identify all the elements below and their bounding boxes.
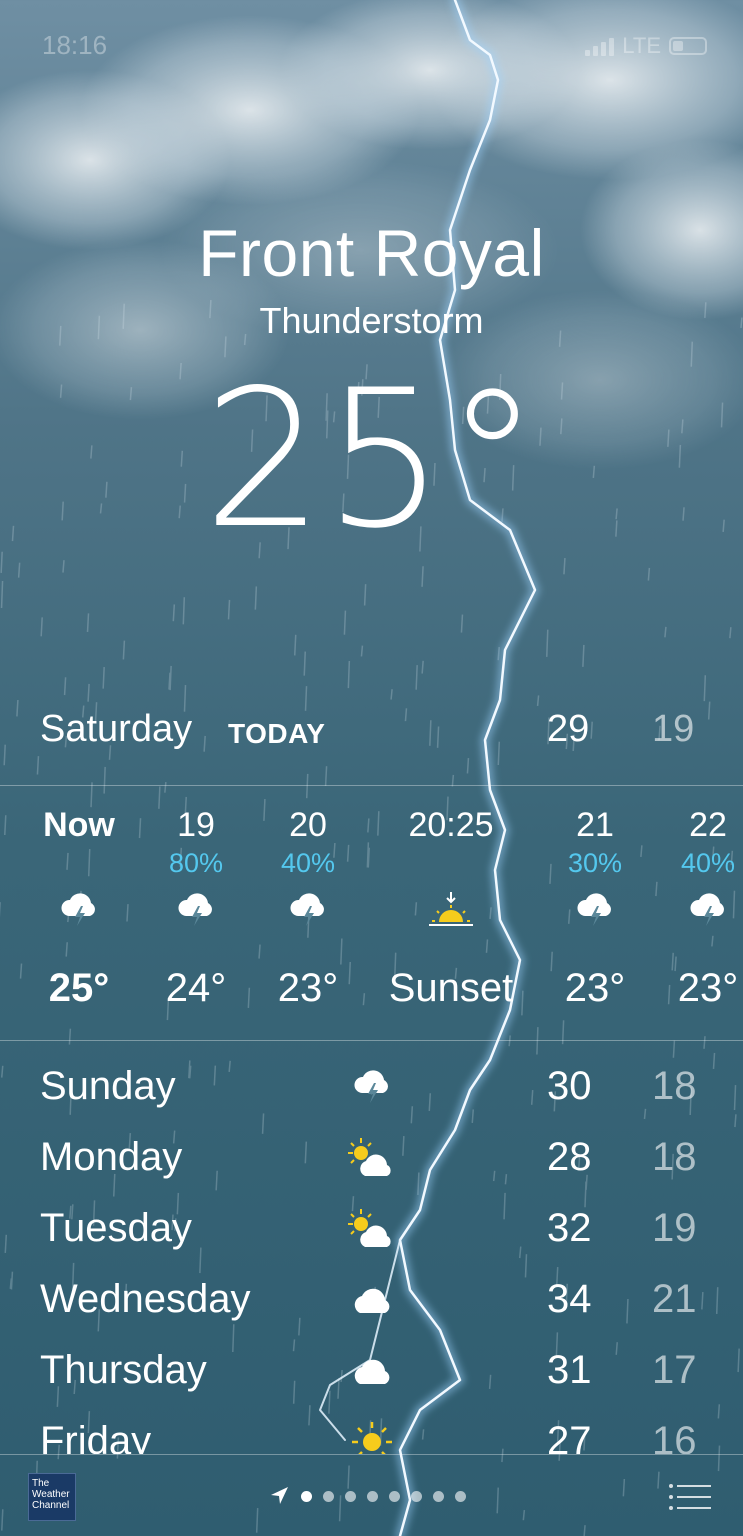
daily-row: Sunday 30 18 bbox=[0, 1058, 743, 1129]
day-low: 18 bbox=[652, 1064, 697, 1108]
sun-icon bbox=[342, 1417, 402, 1454]
day-low: 16 bbox=[652, 1419, 697, 1454]
current-temperature: 25° bbox=[203, 349, 540, 570]
hourly-temp: 23° bbox=[677, 966, 739, 1010]
page-dot[interactable] bbox=[433, 1490, 444, 1502]
today-low: 19 bbox=[652, 708, 695, 750]
day-high: 30 bbox=[547, 1064, 592, 1108]
battery-icon bbox=[669, 37, 707, 55]
daily-row: Thursday 31 17 bbox=[0, 1342, 743, 1413]
hourly-temp: Sunset bbox=[388, 966, 514, 1010]
thunderstorm-icon bbox=[535, 890, 655, 934]
precip-chance: 40% bbox=[680, 848, 736, 878]
page-dot[interactable] bbox=[455, 1490, 466, 1502]
hourly-temp: 23° bbox=[277, 966, 339, 1010]
day-high: 27 bbox=[547, 1419, 592, 1454]
daily-forecast[interactable]: Sunday 30 18 Monday 28 18 Tuesday 32 19 … bbox=[0, 1058, 743, 1454]
page-dot[interactable] bbox=[345, 1490, 356, 1502]
weather-condition: Thunderstorm bbox=[259, 300, 484, 341]
page-dot[interactable] bbox=[389, 1490, 400, 1502]
thunderstorm-icon bbox=[19, 890, 139, 934]
day-name: Friday bbox=[40, 1419, 152, 1454]
day-low: 21 bbox=[652, 1277, 697, 1321]
daily-row: Wednesday 34 21 bbox=[0, 1271, 743, 1342]
cloud-icon bbox=[342, 1346, 402, 1396]
page-dot[interactable] bbox=[301, 1490, 312, 1502]
partly-sunny-icon bbox=[342, 1133, 402, 1183]
precip-chance: 30% bbox=[567, 848, 623, 878]
hourly-time: 21 bbox=[576, 806, 614, 844]
page-dot[interactable] bbox=[323, 1490, 334, 1502]
network-label: LTE bbox=[622, 33, 661, 58]
hourly-time: Now bbox=[43, 806, 115, 844]
day-low: 18 bbox=[652, 1135, 697, 1179]
day-low: 17 bbox=[652, 1348, 697, 1392]
weather-channel-logo[interactable]: The Weather Channel bbox=[28, 1473, 76, 1521]
daily-row: Friday 27 16 bbox=[0, 1413, 743, 1454]
thunderstorm-icon bbox=[136, 890, 256, 934]
today-high: 29 bbox=[547, 708, 590, 750]
daily-row: Monday 28 18 bbox=[0, 1129, 743, 1200]
status-bar: 18:16 LTE bbox=[0, 0, 743, 90]
daily-row: Tuesday 32 19 bbox=[0, 1200, 743, 1271]
hourly-time: 22 bbox=[689, 806, 727, 844]
hourly-time: 19 bbox=[177, 806, 215, 844]
hourly-temp: 25° bbox=[48, 966, 110, 1010]
day-name: Thursday bbox=[40, 1348, 207, 1392]
hourly-time: 20 bbox=[289, 806, 327, 844]
hourly-time: 20:25 bbox=[408, 806, 494, 844]
city-name: Front Royal bbox=[198, 216, 545, 290]
thunderstorm-icon bbox=[248, 890, 368, 934]
page-dot[interactable] bbox=[411, 1490, 422, 1502]
day-high: 34 bbox=[547, 1277, 592, 1321]
thunderstorm-icon bbox=[648, 890, 743, 934]
today-day: Saturday bbox=[40, 708, 193, 750]
divider bbox=[0, 1040, 743, 1041]
partly-sunny-icon bbox=[342, 1204, 402, 1254]
status-time: 18:16 bbox=[42, 30, 108, 60]
day-name: Tuesday bbox=[40, 1206, 192, 1250]
hourly-forecast[interactable]: Now 25° 19 80% 24° 20 40% 23° 20:25 Suns… bbox=[0, 786, 743, 1040]
thunderstorm-icon bbox=[342, 1062, 402, 1112]
day-name: Sunday bbox=[40, 1064, 176, 1108]
day-name: Monday bbox=[40, 1135, 183, 1179]
today-row: Saturday TODAY 29 19 bbox=[0, 708, 743, 764]
day-high: 32 bbox=[547, 1206, 592, 1250]
day-low: 19 bbox=[652, 1206, 697, 1250]
status-indicators: LTE bbox=[585, 33, 707, 59]
day-high: 28 bbox=[547, 1135, 592, 1179]
hourly-temp: 24° bbox=[165, 966, 227, 1010]
precip-chance: 40% bbox=[280, 848, 336, 878]
cloud-icon bbox=[342, 1275, 402, 1325]
day-high: 31 bbox=[547, 1348, 592, 1392]
day-name: Wednesday bbox=[40, 1277, 251, 1321]
bottom-toolbar: The Weather Channel bbox=[0, 1455, 743, 1536]
city-list-icon[interactable] bbox=[668, 1483, 712, 1511]
location-arrow-icon bbox=[271, 1487, 288, 1504]
sunset-icon bbox=[376, 890, 526, 934]
page-indicator[interactable] bbox=[268, 1485, 466, 1507]
page-dot[interactable] bbox=[367, 1490, 378, 1502]
signal-icon bbox=[585, 36, 615, 56]
hourly-temp: 23° bbox=[564, 966, 626, 1010]
precip-chance: 80% bbox=[168, 848, 224, 878]
today-tag: TODAY bbox=[228, 718, 326, 749]
